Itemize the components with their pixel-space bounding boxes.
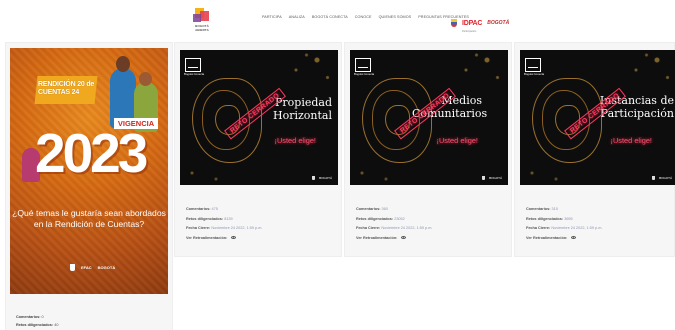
shield-icon	[70, 264, 75, 271]
eye-icon[interactable]	[231, 236, 237, 239]
shield-icon	[482, 176, 486, 180]
retos-value: 3695	[564, 216, 573, 221]
bogota-conecta-icon	[525, 58, 541, 72]
nav-analiza[interactable]: ANALIZA	[289, 15, 305, 19]
bogota-logo: BOGOTÁ	[97, 265, 116, 270]
fecha-label: Fecha Cierre:	[526, 226, 551, 230]
comments-label: Comentarios:	[186, 207, 211, 211]
retos-value: 40	[54, 323, 59, 327]
shield-icon	[312, 176, 316, 180]
comments-value: 360	[381, 207, 388, 211]
logo-text: BOGOTÁ ABIERTA	[195, 24, 209, 32]
reto-card-medios-comunitarios[interactable]: Bogotá Conecta Medios Comunitarios RETO …	[350, 50, 508, 185]
site-header: BOGOTÁ ABIERTA PARTICIPA ANALIZA BOGOTÁ …	[0, 0, 675, 38]
bogota-logo: BOGOTÁ	[487, 19, 510, 26]
fecha-value: Noviembre 24 2022, 1:59 p.m.	[381, 226, 433, 230]
efac-logo: EFAC	[81, 265, 92, 270]
nav-conoce[interactable]: CONOCE	[355, 15, 372, 19]
reto-subtitle: ¡Usted elige!	[274, 136, 317, 145]
badge-text: Bogotá Conecta	[354, 72, 375, 76]
badge-text: Bogotá Conecta	[184, 72, 205, 76]
reto-image[interactable]: Bogotá Conecta Propiedad Horizontal RETO…	[180, 50, 338, 185]
fecha-label: Fecha Cierre:	[356, 226, 381, 230]
bogota-conecta-icon	[185, 58, 201, 72]
retos-label: Retos diligenciados:	[16, 323, 54, 327]
fecha-label: Fecha Cierre:	[186, 226, 211, 230]
ver-retro-label: Ver Retroalimentación:	[356, 235, 398, 240]
reto-stats: Comentarios: 315 Retos diligenciados: 36…	[526, 205, 602, 243]
ver-retro-label: Ver Retroalimentación:	[526, 235, 568, 240]
retos-label: Retos diligenciados:	[186, 216, 224, 221]
retos-label: Retos diligenciados:	[526, 216, 564, 221]
reto-stats: Comentarios: 360 Retos diligenciados: 23…	[356, 205, 432, 243]
poster-question: ¿Qué temas le gustaría sean abordados en…	[12, 208, 166, 229]
fecha-value: Noviembre 24 2022, 1:59 p.m.	[211, 226, 263, 230]
nav-quienes-somos[interactable]: QUIENES SOMOS	[379, 15, 412, 19]
eye-icon[interactable]	[401, 236, 407, 239]
partner-logos: IDPAC Participación BOGOTÁ	[451, 12, 509, 33]
reto-image[interactable]: Bogotá Conecta Instancias de Participaci…	[520, 50, 675, 185]
retos-value: 23052	[394, 216, 405, 221]
shield-icon	[652, 176, 656, 180]
idpac-logo: IDPAC Participación	[462, 20, 483, 33]
comments-value: 315	[551, 207, 558, 211]
retos-label: Retos diligenciados:	[356, 216, 394, 221]
comments-value: 0	[41, 315, 44, 319]
main-nav: PARTICIPA ANALIZA BOGOTÁ CONECTA CONOCE …	[262, 15, 469, 19]
comments-value: 475	[211, 207, 218, 211]
reto-subtitle: ¡Usted elige!	[610, 136, 653, 145]
poster-footer-logos: EFAC BOGOTÁ	[70, 264, 115, 271]
bogota-logo: BOGOTÁ	[659, 176, 672, 180]
reto-image[interactable]: Bogotá Conecta Medios Comunitarios RETO …	[350, 50, 508, 185]
poster-stats: Comentarios: 0 Retos diligenciados: 40	[16, 313, 58, 329]
rendicion-title: RENDICIÓN 20 de CUENTAS 24	[38, 81, 95, 96]
retos-value: 8139	[224, 216, 233, 221]
nav-bogota-conecta[interactable]: BOGOTÁ CONECTA	[312, 15, 348, 19]
reto-stats: Comentarios: 475 Retos diligenciados: 81…	[186, 205, 262, 243]
poster-year: 2023	[35, 122, 148, 184]
rendicion-cuentas-poster[interactable]: RENDICIÓN 20 de CUENTAS 24 VIGENCIA 2023…	[10, 48, 168, 294]
bogota-logo: BOGOTÁ	[489, 176, 502, 180]
eye-icon[interactable]	[571, 236, 577, 239]
bogota-shield-icon	[451, 18, 457, 27]
comments-label: Comentarios:	[16, 315, 41, 319]
bogota-logo: BOGOTÁ	[319, 176, 332, 180]
reto-card-instancias-participacion[interactable]: Bogotá Conecta Instancias de Participaci…	[520, 50, 675, 185]
fecha-value: Noviembre 24 2022, 1:59 p.m.	[551, 226, 603, 230]
ver-retro-label: Ver Retroalimentación:	[186, 235, 228, 240]
comments-label: Comentarios:	[356, 207, 381, 211]
reto-card-propiedad-horizontal[interactable]: Bogotá Conecta Propiedad Horizontal RETO…	[180, 50, 338, 185]
bogota-conecta-icon	[355, 58, 371, 72]
comments-label: Comentarios:	[526, 207, 551, 211]
bogota-abierta-logo[interactable]: BOGOTÁ ABIERTA	[191, 8, 213, 32]
nav-participa[interactable]: PARTICIPA	[262, 15, 282, 19]
reto-subtitle: ¡Usted elige!	[436, 136, 479, 145]
badge-text: Bogotá Conecta	[524, 72, 545, 76]
